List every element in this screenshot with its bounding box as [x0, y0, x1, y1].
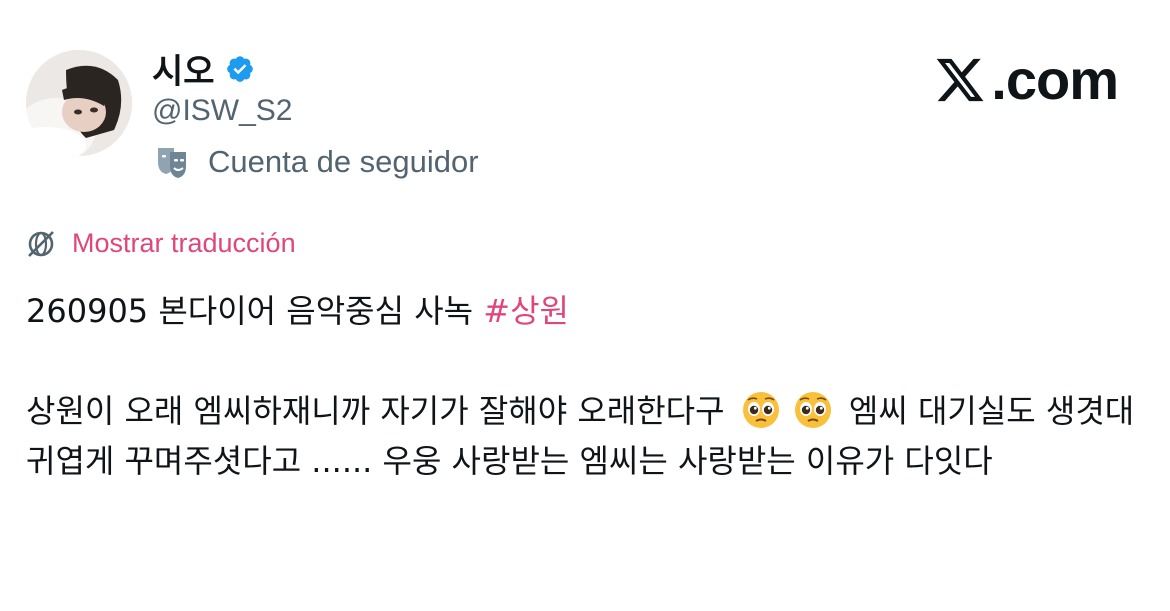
globe-translate-icon — [26, 229, 56, 259]
avatar[interactable] — [26, 50, 132, 156]
tweet-paragraph-2: 상원이 오래 엠씨하재니까 자기가 잘해야 오래한다구 엠씨 대기실도 생겻대 … — [26, 386, 1146, 486]
account-type-row: Cuenta de seguidor — [152, 142, 479, 182]
author-handle[interactable]: @ISW_S2 — [152, 94, 293, 128]
pleading-face-emoji — [793, 390, 833, 430]
author-name-row: 시오 — [152, 44, 255, 93]
verified-badge-icon — [225, 54, 255, 84]
brand-domain-text: .com — [991, 48, 1119, 111]
pleading-face-emoji — [741, 390, 781, 430]
account-type-label: Cuenta de seguidor — [208, 144, 479, 179]
show-translation-link[interactable]: Mostrar traducción — [72, 228, 296, 259]
tweet-line-1-text: 260905 본다이어 음악중심 사녹 — [26, 292, 484, 330]
tweet-line-1: 260905 본다이어 음악중심 사녹 #상원 — [26, 286, 1146, 336]
avatar-image — [26, 50, 132, 156]
hashtag-link[interactable]: #상원 — [483, 292, 569, 330]
show-translation-row[interactable]: Mostrar traducción — [26, 228, 296, 259]
x-logo-icon — [933, 54, 987, 106]
tweet-paragraph-2-part-1: 상원이 오래 엠씨하재니까 자기가 잘해야 오래한다구 — [26, 392, 725, 430]
tweet-text: 260905 본다이어 음악중심 사녹 #상원 상원이 오래 엠씨하재니까 자기… — [26, 286, 1146, 486]
author-display-name[interactable]: 시오 — [152, 44, 215, 93]
theater-mask-icon — [152, 142, 192, 182]
brand-logo: .com — [933, 48, 1119, 111]
